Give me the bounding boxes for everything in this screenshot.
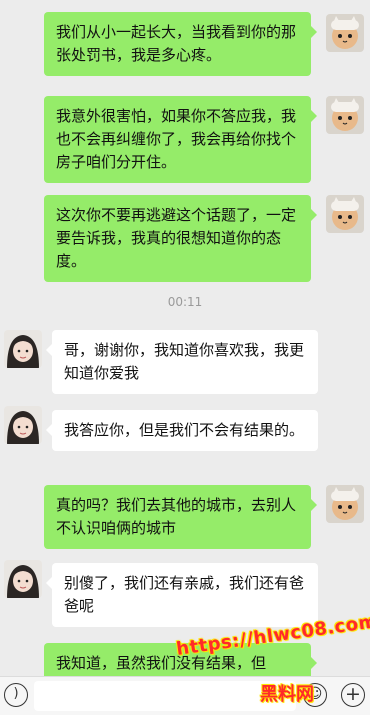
message-bubble-other[interactable]: 别傻了，我们还有亲戚，我们还有爸爸呢 [46, 563, 318, 627]
message-bubble-me[interactable]: 真的吗？我们去其他的城市，去别人不认识咱俩的城市 [44, 485, 317, 549]
timestamp: 00:11 [167, 295, 203, 309]
watermark-name: 黑料网 [260, 684, 314, 705]
message-bubble-other[interactable]: 我答应你，但是我们不会有结果的。 [46, 410, 318, 451]
cat-avatar-icon [326, 485, 364, 523]
input-bar: ) ☺ + [0, 676, 370, 715]
avatar-me[interactable] [326, 485, 364, 523]
avatar-me[interactable] [326, 96, 364, 134]
girl-avatar-icon [4, 330, 42, 368]
message-bubble-me[interactable]: 这次你不要再逃避这个话题了，一定要告诉我，我真的很想知道你的态度。 [44, 195, 317, 282]
avatar-me[interactable] [326, 14, 364, 52]
plus-icon[interactable]: + [341, 683, 365, 707]
avatar-other[interactable] [4, 330, 42, 368]
message-bubble-me[interactable]: 我意外很害怕，如果你不答应我，我也不会再纠缠你了，我会再给你找个房子咱们分开住。 [44, 96, 317, 183]
avatar-other[interactable] [4, 406, 42, 444]
girl-avatar-icon [4, 406, 42, 444]
avatar-other[interactable] [4, 560, 42, 598]
cat-avatar-icon [326, 14, 364, 52]
cat-avatar-icon [326, 96, 364, 134]
message-bubble-me[interactable]: 我们从小一起长大，当我看到你的那张处罚书，我是多心疼。 [44, 12, 317, 76]
avatar-me[interactable] [326, 195, 364, 233]
message-input[interactable] [34, 681, 296, 711]
chat-area: 我们从小一起长大，当我看到你的那张处罚书，我是多心疼。 我意外很害怕，如果你不答… [0, 0, 370, 676]
cat-avatar-icon [326, 195, 364, 233]
message-bubble-other[interactable]: 哥，谢谢你，我知道你喜欢我，我更知道你爱我 [46, 330, 318, 394]
voice-icon[interactable]: ) [4, 683, 28, 707]
girl-avatar-icon [4, 560, 42, 598]
